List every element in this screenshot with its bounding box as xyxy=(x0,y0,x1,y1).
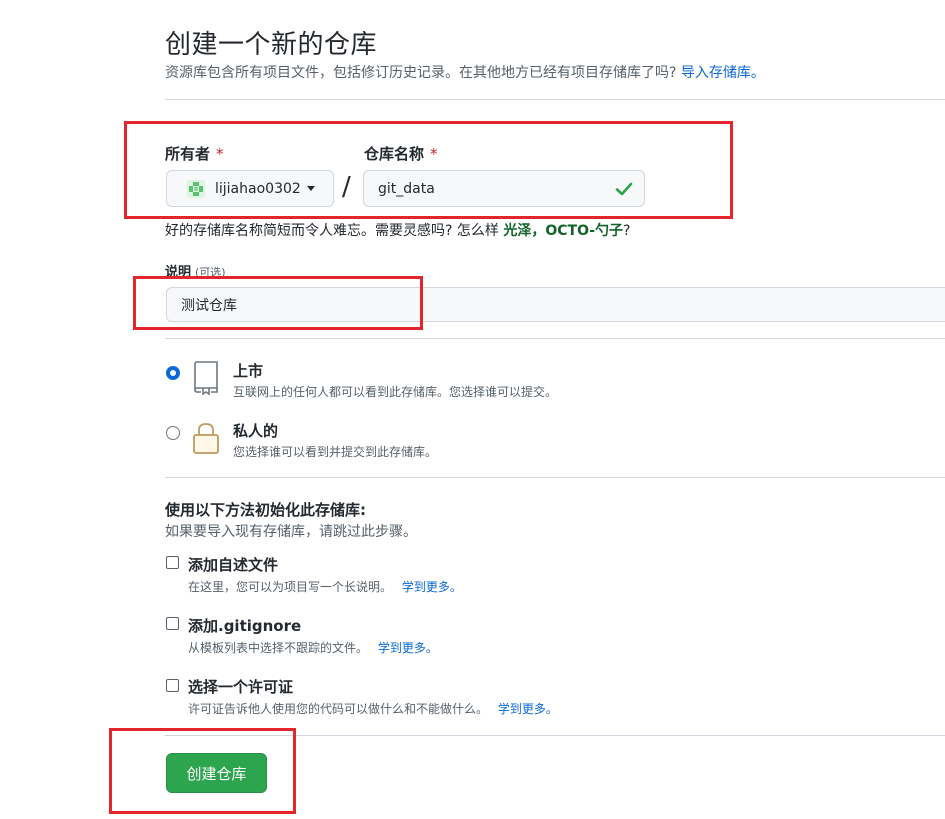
owner-repo-separator: / xyxy=(342,172,351,202)
gitignore-learn-more-link[interactable]: 学到更多。 xyxy=(378,641,438,655)
add-readme-title[interactable]: 添加自述文件 xyxy=(188,554,278,575)
add-gitignore-title[interactable]: 添加.gitignore xyxy=(188,615,301,636)
add-gitignore-checkbox[interactable] xyxy=(166,617,179,630)
repo-name-hint-text: 好的存储库名称简短而令人难忘。需要灵感吗? 怎么样 xyxy=(165,223,499,239)
description-value: 测试仓库 xyxy=(181,297,237,314)
add-readme-checkbox[interactable] xyxy=(166,556,179,569)
repo-name-suggestion[interactable]: 光泽，OCTO-勺子 xyxy=(503,223,623,239)
divider xyxy=(165,99,945,100)
private-radio[interactable] xyxy=(166,426,180,440)
import-repository-link[interactable]: 导入存储库。 xyxy=(681,65,765,81)
description-input[interactable]: 测试仓库 xyxy=(166,287,945,322)
repo-name-label-text: 仓库名称 xyxy=(364,145,425,163)
repo-name-required-mark: * xyxy=(430,145,438,163)
license-learn-more-link[interactable]: 学到更多。 xyxy=(498,702,558,716)
initialize-subtitle: 如果要导入现有存储库，请跳过此步骤。 xyxy=(165,524,417,540)
owner-required-mark: * xyxy=(216,145,224,163)
page-title: 创建一个新的仓库 xyxy=(165,30,378,60)
owner-select-button[interactable]: lijiahao0302 xyxy=(166,170,334,207)
choose-license-description: 许可证告诉他人使用您的代码可以做什么和不能做什么。 学到更多。 xyxy=(188,700,558,717)
repo-name-hint: 好的存储库名称简短而令人难忘。需要灵感吗? 怎么样 光泽，OCTO-勺子? xyxy=(165,220,630,240)
owner-label-text: 所有者 xyxy=(165,145,211,163)
choose-license-checkbox[interactable] xyxy=(166,679,179,692)
public-option-description: 互联网上的任何人都可以看到此存储库。您选择谁可以提交。 xyxy=(233,385,558,399)
owner-label: 所有者 * xyxy=(165,143,224,164)
repo-name-label: 仓库名称 * xyxy=(364,143,438,164)
public-radio[interactable] xyxy=(166,366,180,380)
divider xyxy=(165,338,945,339)
choose-license-title[interactable]: 选择一个许可证 xyxy=(188,676,293,697)
divider xyxy=(165,477,945,478)
lock-icon xyxy=(193,423,219,454)
public-option-title[interactable]: 上市 xyxy=(233,360,263,381)
divider xyxy=(165,735,945,736)
create-repository-button[interactable]: 创建仓库 xyxy=(166,753,267,793)
description-label: 说明 (可选) xyxy=(165,261,226,280)
repo-book-icon xyxy=(194,361,218,395)
private-option-title[interactable]: 私人的 xyxy=(233,420,278,441)
add-gitignore-description: 从模板列表中选择不跟踪的文件。 学到更多。 xyxy=(188,639,438,656)
choose-license-description-text: 许可证告诉他人使用您的代码可以做什么和不能做什么。 xyxy=(188,702,489,716)
description-label-text: 说明 xyxy=(165,265,192,280)
avatar xyxy=(187,179,205,198)
description-optional: (可选) xyxy=(195,266,226,279)
chevron-down-icon xyxy=(306,186,315,191)
initialize-title: 使用以下方法初始化此存储库: xyxy=(165,501,366,519)
add-readme-description-text: 在这里，您可以为项目写一个长说明。 xyxy=(188,580,393,594)
readme-learn-more-link[interactable]: 学到更多。 xyxy=(402,580,462,594)
repo-name-value: git_data xyxy=(378,180,435,197)
repo-name-input[interactable]: git_data xyxy=(363,170,645,207)
check-icon xyxy=(615,182,633,196)
owner-name: lijiahao0302 xyxy=(215,180,301,197)
page-subtitle: 资源库包含所有项目文件，包括修订历史记录。在其他地方已经有项目存储库了吗? 导入… xyxy=(165,62,765,82)
private-option-description: 您选择谁可以看到并提交到此存储库。 xyxy=(233,445,438,459)
add-readme-description: 在这里，您可以为项目写一个长说明。 学到更多。 xyxy=(188,578,462,595)
page-subtitle-text: 资源库包含所有项目文件，包括修订历史记录。在其他地方已经有项目存储库了吗? xyxy=(165,65,677,81)
repo-name-hint-suffix: ? xyxy=(623,223,631,239)
add-gitignore-description-text: 从模板列表中选择不跟踪的文件。 xyxy=(188,641,369,655)
